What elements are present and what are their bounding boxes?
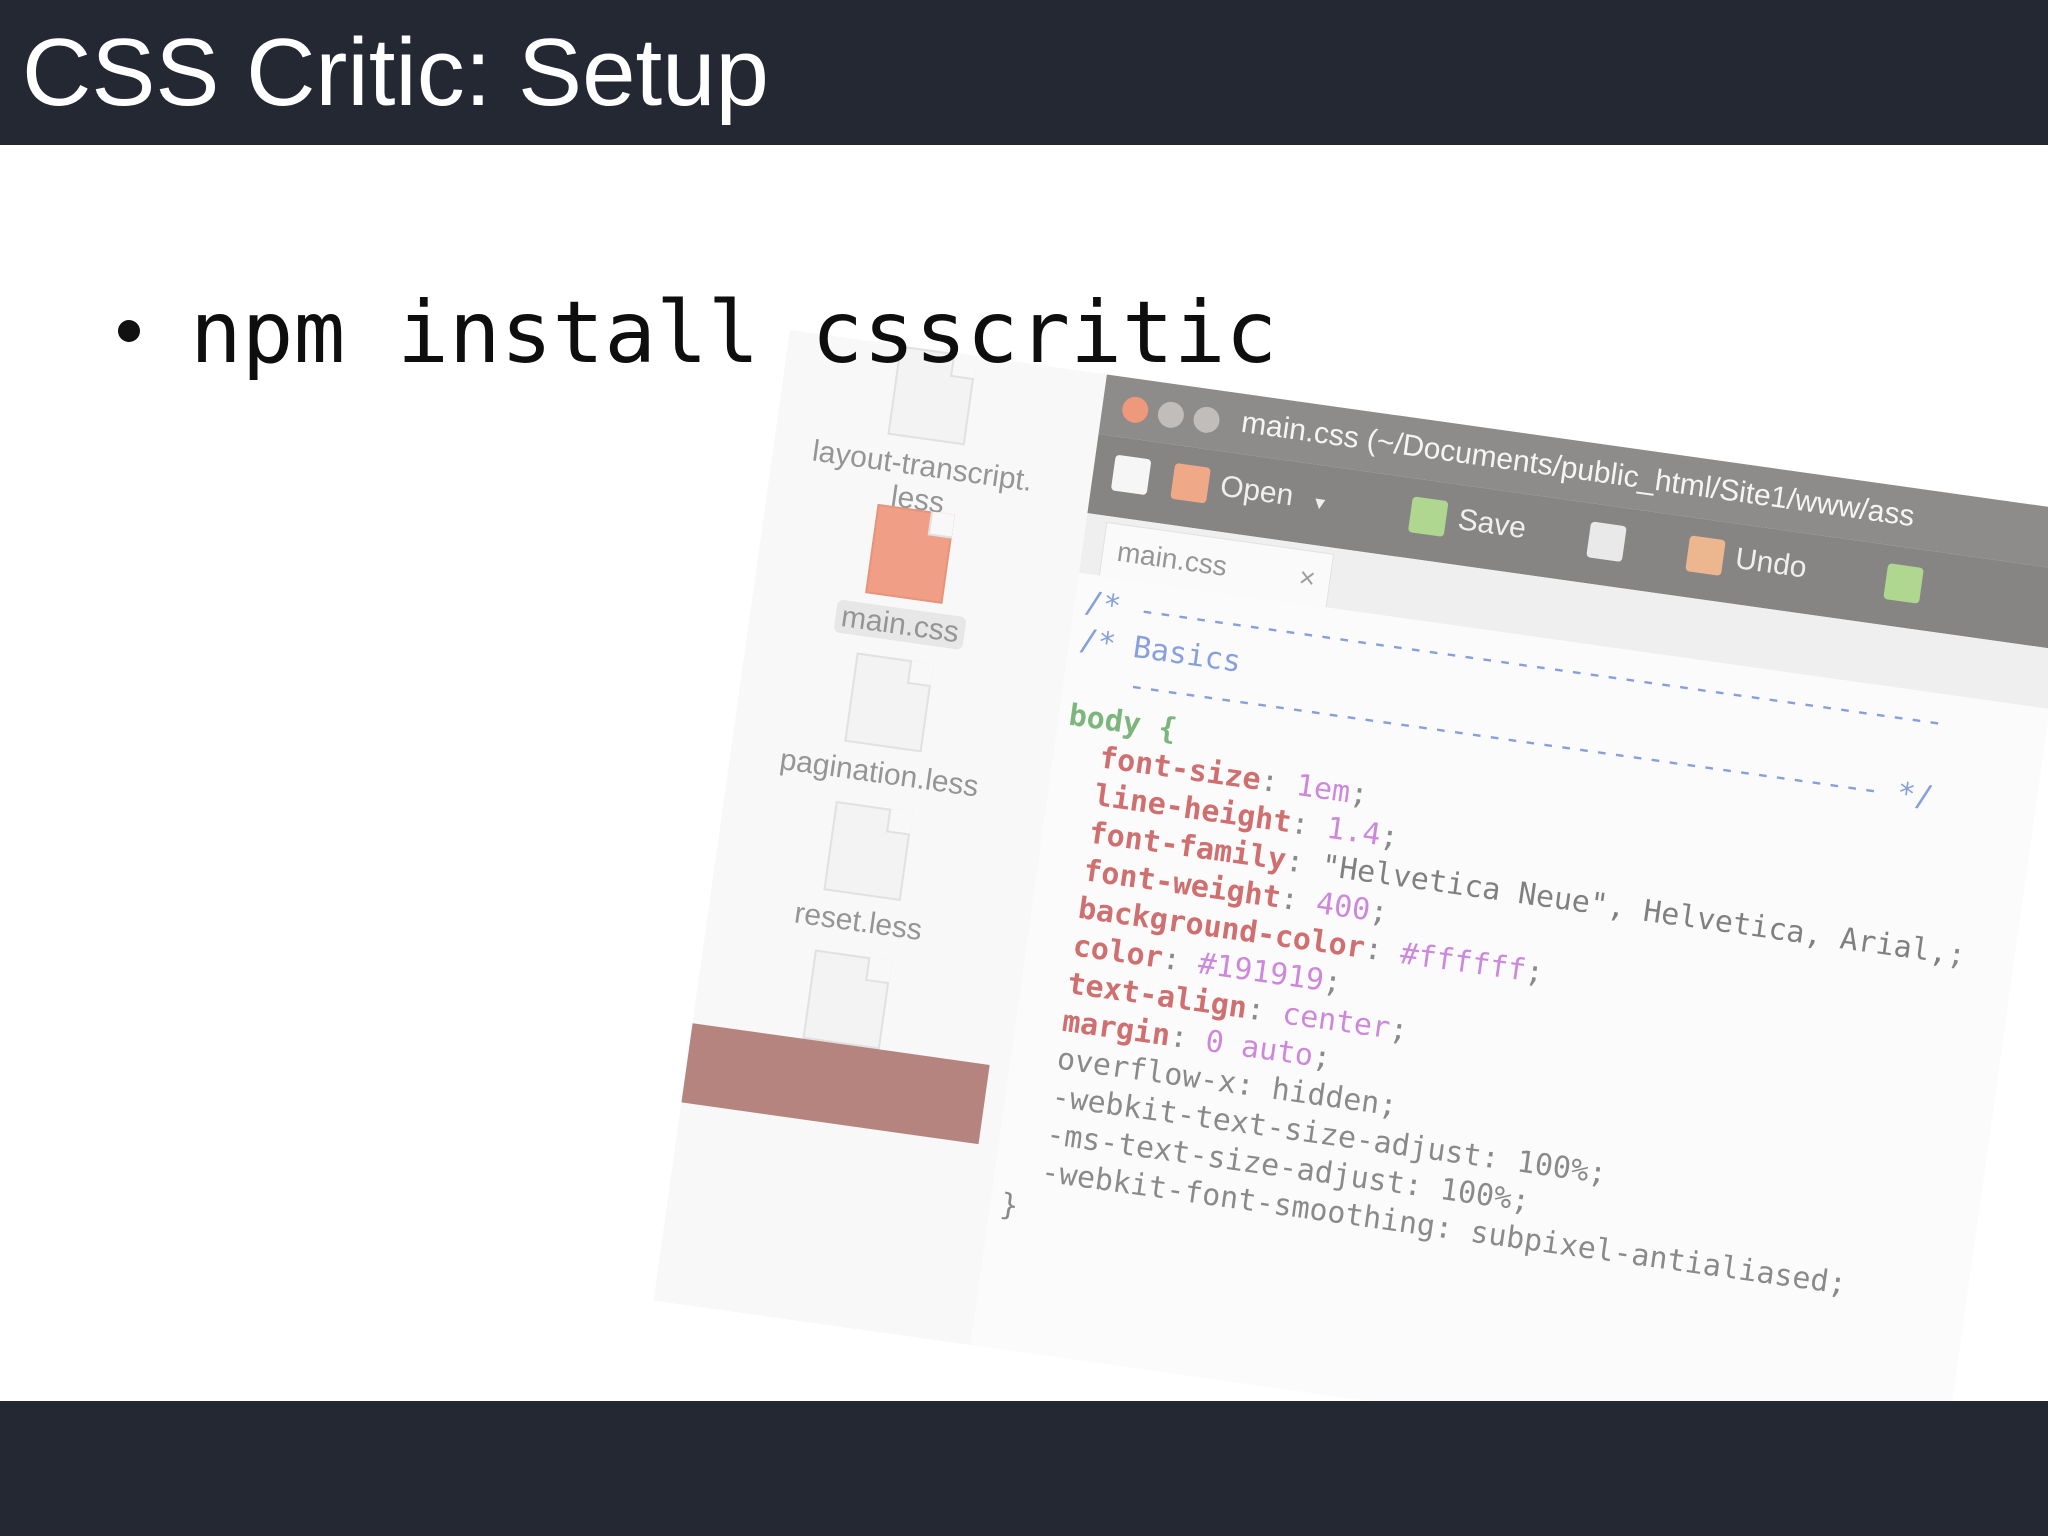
undo-button[interactable]: Undo [1685, 535, 1809, 587]
code-value: 400 [1313, 885, 1373, 929]
code-colon: : [1283, 843, 1324, 884]
code-text: } [997, 1186, 1021, 1225]
save-icon [1407, 496, 1449, 538]
file-item[interactable]: pagination.less [748, 640, 1024, 809]
code-semicolon: ; [1321, 963, 1344, 1001]
code-area[interactable]: /* -------------------------------------… [998, 584, 2039, 1357]
file-item[interactable]: reset.less [727, 788, 1003, 957]
footer-bar [0, 1401, 2048, 1536]
file-icon [802, 949, 893, 1050]
editor-window: main.css (~/Documents/public_html/Site1/… [970, 374, 2048, 1482]
code-semicolon: ; [1367, 893, 1391, 931]
bullet-text: npm install csscritic [190, 283, 1278, 383]
folder-icon [1170, 462, 1211, 504]
close-tab-icon[interactable]: × [1295, 551, 1319, 607]
code-colon: : [1362, 931, 1403, 971]
code-semicolon: ; [1378, 818, 1401, 856]
header-bar: CSS Critic: Setup [0, 0, 2048, 145]
editor-screenshot: layout-transcript. less main.css paginat… [653, 330, 2048, 1482]
file-label: main.css [833, 599, 967, 651]
open-button[interactable]: Open ▾ [1170, 462, 1327, 520]
code-semicolon: ; [1310, 1039, 1334, 1077]
print-icon [1586, 521, 1627, 563]
bullet-dot [118, 319, 140, 342]
save-label: Save [1455, 502, 1529, 546]
open-label: Open [1218, 469, 1296, 513]
maximize-icon[interactable] [1191, 405, 1222, 435]
new-file-icon [1110, 454, 1152, 496]
file-icon [844, 652, 935, 753]
code-semicolon: ; [1523, 953, 1546, 991]
file-icon [865, 503, 955, 604]
code-colon: : [1167, 1018, 1209, 1059]
minimize-icon[interactable] [1156, 400, 1186, 430]
redo-button[interactable] [1883, 563, 1936, 605]
slide-title: CSS Critic: Setup [22, 19, 769, 126]
save-button[interactable]: Save [1407, 496, 1529, 548]
close-icon[interactable] [1120, 395, 1150, 425]
new-file-button[interactable] [1110, 454, 1164, 497]
code-colon: : [1258, 763, 1299, 803]
code-colon: : [1278, 880, 1319, 921]
code-value: 1.4 [1324, 810, 1383, 853]
code-colon: : [1288, 805, 1330, 846]
redo-icon [1883, 563, 1924, 604]
file-icon [823, 800, 914, 901]
bullet-item: npm install csscritic [118, 278, 1277, 388]
undo-label: Undo [1733, 541, 1809, 585]
code-colon: : [1160, 941, 1201, 981]
code-semicolon: ; [1945, 936, 1968, 974]
chevron-down-icon[interactable]: ▾ [1313, 492, 1326, 515]
code-colon: : [1244, 991, 1285, 1032]
code-value: 1em [1293, 768, 1353, 811]
print-button[interactable] [1586, 521, 1639, 563]
tab-label: main.css [1115, 535, 1229, 582]
code-semicolon: ; [1387, 1011, 1411, 1049]
code-semicolon: ; [1347, 775, 1371, 813]
undo-icon [1685, 535, 1726, 577]
